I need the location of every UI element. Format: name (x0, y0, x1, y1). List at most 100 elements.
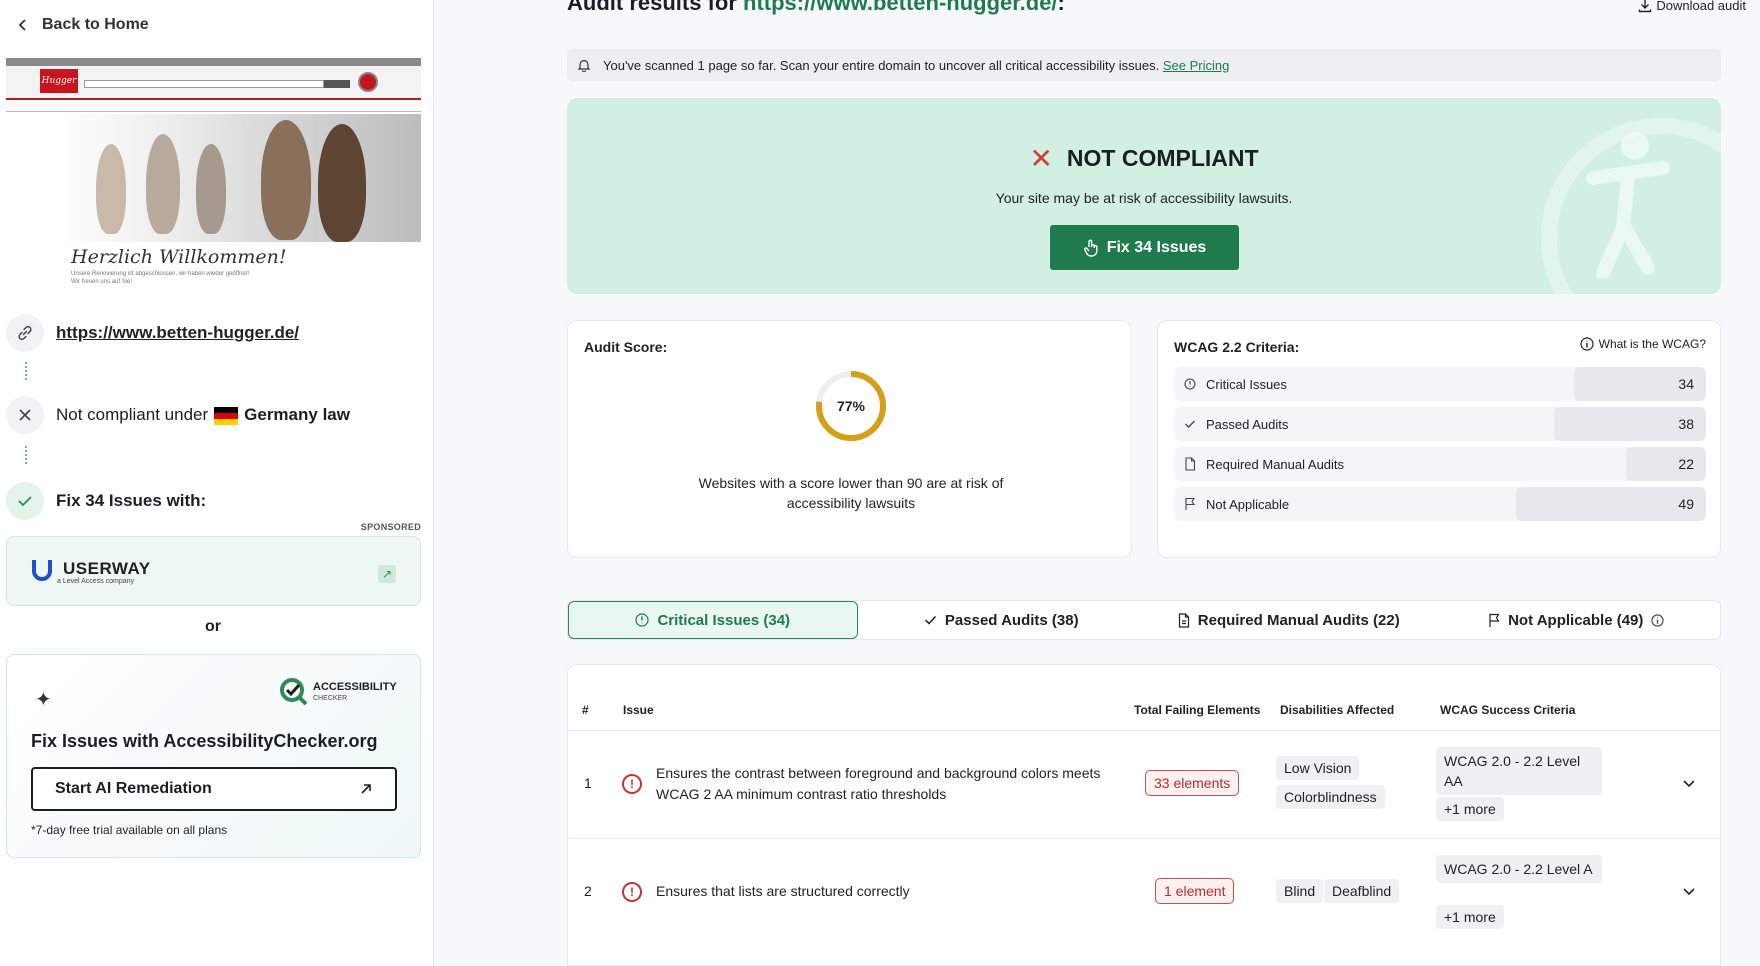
criteria-count: 22 (1678, 456, 1694, 472)
compliance-banner: ✕ NOT COMPLIANT Your site may be at risk … (567, 98, 1721, 294)
start-ai-remediation-button[interactable]: Start AI Remediation (31, 767, 397, 811)
failing-elements-badge: 1 element (1155, 878, 1235, 904)
tab-label: Not Applicable (49) (1508, 611, 1644, 629)
fix-issues-label: Fix 34 Issues with: (56, 491, 207, 510)
userway-card[interactable]: USERWAY a Level Access company ↗ (6, 536, 421, 606)
info-icon (1580, 337, 1594, 351)
score-description: Websites with a score lower than 90 are … (698, 475, 1004, 511)
check-icon (924, 615, 936, 625)
document-icon (1185, 457, 1196, 471)
more-criteria-tag[interactable]: +1 more (1436, 797, 1504, 821)
audit-score-label: Audit Score: (584, 339, 668, 355)
fix-issues-button[interactable]: Fix 34 Issues (1050, 225, 1239, 270)
welcome-subtext: Unsere Renovierung ist abgeschlossen, wi… (71, 271, 249, 285)
fix-step: Fix 34 Issues with: (6, 482, 206, 520)
chevron-down-icon[interactable] (1682, 884, 1696, 898)
site-logo: Hugger (40, 69, 78, 93)
tab-critical-issues[interactable]: Critical Issues (34) (568, 601, 858, 639)
column-header-issue: Issue (623, 703, 654, 717)
main-content: Audit results for https://www.betten-hug… (434, 0, 1760, 966)
welcome-heading: Herzlich Willkommen! (71, 246, 287, 268)
page-title: Audit results for https://www.betten-hug… (567, 0, 1065, 16)
sponsored-label: SPONSORED (360, 522, 421, 532)
back-to-home-link[interactable]: Back to Home (18, 16, 149, 34)
see-pricing-link[interactable]: See Pricing (1163, 58, 1229, 73)
link-icon (6, 314, 44, 352)
notice-text: You've scanned 1 page so far. Scan your … (603, 57, 1230, 73)
tab-not-applicable[interactable]: Not Applicable (49) (1433, 601, 1721, 639)
userway-logo-icon (32, 560, 52, 581)
accessibilitychecker-brand: ACCESSIBILITY CHECKER (313, 681, 397, 702)
compliance-status: ✕ NOT COMPLIANT (1029, 143, 1259, 174)
fix-issues-label: Fix 34 Issues (1106, 238, 1207, 256)
criteria-critical-issues[interactable]: Critical Issues 34 (1174, 367, 1706, 401)
risk-text: Your site may be at risk of accessibilit… (995, 190, 1293, 206)
ac-title: Fix Issues with AccessibilityChecker.org (31, 731, 378, 751)
sparkle-icon: ✦ (35, 689, 52, 711)
criteria-count: 49 (1678, 496, 1694, 512)
criteria-passed-audits[interactable]: Passed Audits 38 (1174, 407, 1706, 441)
column-header-failing-elements: Total Failing Elements (1134, 703, 1261, 717)
start-ai-remediation-label: Start AI Remediation (55, 780, 212, 797)
score-value: 77% (836, 398, 866, 414)
close-icon (6, 396, 44, 434)
check-icon (6, 482, 44, 520)
criteria-required-manual-audits[interactable]: Required Manual Audits 22 (1174, 447, 1706, 481)
audit-score-card: Audit Score: 77% Websites with a score l… (567, 320, 1132, 558)
column-header-wcag-criteria: WCAG Success Criteria (1440, 703, 1576, 717)
bell-icon (577, 59, 591, 72)
disability-tag: Deafblind (1324, 879, 1400, 903)
issues-table: # Issue Total Failing Elements Disabilit… (567, 664, 1721, 966)
criteria-label: Not Applicable (1206, 496, 1290, 512)
tab-passed-audits[interactable]: Passed Audits (38) (858, 601, 1146, 639)
tab-label: Critical Issues (34) (657, 611, 791, 629)
wcag-criteria-tag: WCAG 2.0 - 2.2 Level A (1436, 855, 1602, 883)
criteria-label: Required Manual Audits (1206, 456, 1345, 472)
audited-url: https://www.betten-hugger.de/ (743, 0, 1058, 15)
alert-circle-icon (1184, 378, 1196, 390)
alert-circle-icon: ! (622, 774, 642, 794)
url-step: https://www.betten-hugger.de/ (6, 314, 299, 352)
flag-icon (1489, 613, 1500, 627)
results-tabs: Critical Issues (34) Passed Audits (38) … (567, 600, 1721, 640)
criteria-count: 34 (1678, 376, 1694, 392)
scanned-url-link[interactable]: https://www.betten-hugger.de/ (56, 323, 299, 343)
compliance-text: Not compliant under Germany law (56, 405, 350, 425)
issue-description: Ensures the contrast between foreground … (656, 765, 1101, 802)
tab-label: Required Manual Audits (22) (1197, 611, 1400, 629)
download-icon (1639, 0, 1652, 12)
disability-tag: Blind (1276, 879, 1324, 903)
alert-circle-icon: ! (622, 882, 642, 902)
criteria-label: Critical Issues (1206, 376, 1287, 392)
trial-note: *7-day free trial available on all plans (31, 823, 228, 837)
criteria-label: Passed Audits (1206, 416, 1289, 432)
what-is-wcag-link[interactable]: What is the WCAG? (1580, 337, 1706, 351)
alert-circle-icon (635, 613, 650, 627)
flag-icon (1185, 497, 1196, 510)
userway-wordmark: USERWAY (63, 559, 151, 578)
external-link-icon: ↗ (378, 565, 396, 583)
what-is-wcag-label: What is the WCAG? (1598, 337, 1706, 351)
chevron-down-icon[interactable] (1682, 776, 1696, 790)
criteria-count: 38 (1678, 416, 1694, 432)
accessibilitychecker-card: ✦ ACCESSIBILITY CHECKER Fix Issues with A… (6, 654, 421, 858)
row-index: 2 (584, 883, 592, 899)
chevron-left-icon (18, 19, 26, 31)
site-preview-thumbnail: Hugger Herzlich Willkommen! Unsere Renov… (6, 58, 421, 290)
userway-subtitle: a Level Access company (57, 578, 135, 585)
tab-label: Passed Audits (38) (944, 611, 1079, 629)
sidebar: Back to Home Hugger Herzlich Willkommen!… (0, 0, 434, 966)
tab-required-manual-audits[interactable]: Required Manual Audits (22) (1145, 601, 1433, 639)
disability-tag: Colorblindness (1276, 785, 1385, 809)
document-icon (1178, 612, 1189, 628)
download-audit-button[interactable]: Download audit (1638, 0, 1746, 13)
issue-description: Ensures that lists are structured correc… (656, 883, 910, 899)
column-header-index: # (582, 703, 589, 717)
germany-flag-icon (214, 406, 239, 425)
hero-image (56, 114, 421, 242)
criteria-not-applicable[interactable]: Not Applicable 49 (1174, 487, 1706, 521)
failing-elements-badge: 33 elements (1145, 770, 1240, 796)
more-criteria-tag[interactable]: +1 more (1436, 905, 1504, 929)
wcag-criteria-tag: WCAG 2.0 - 2.2 Level AA (1436, 747, 1602, 795)
info-icon[interactable] (1651, 613, 1665, 627)
